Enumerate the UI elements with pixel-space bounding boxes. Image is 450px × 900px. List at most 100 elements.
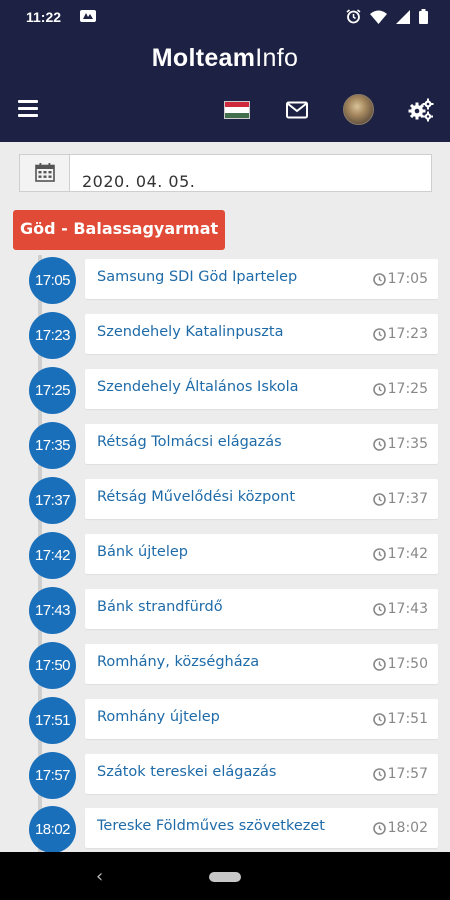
app-header: MolteamInfo bbox=[0, 36, 450, 142]
stop-time: 17:23 bbox=[372, 326, 428, 342]
stop-item[interactable]: 17:25 Szendehely Általános Iskola 17:25 bbox=[0, 367, 450, 414]
clock-icon bbox=[372, 547, 386, 561]
stop-time-text: 17:57 bbox=[387, 766, 428, 782]
stop-card[interactable]: Romhány, községháza 17:50 bbox=[85, 644, 438, 684]
stop-time-bubble: 17:57 bbox=[29, 752, 76, 799]
stop-card[interactable]: Szendehely Katalinpuszta 17:23 bbox=[85, 314, 438, 354]
stop-time-text: 17:50 bbox=[387, 656, 428, 672]
system-nav-bar: ‹ bbox=[0, 852, 450, 900]
home-pill[interactable] bbox=[209, 872, 241, 882]
stop-time: 17:57 bbox=[372, 766, 428, 782]
stop-card[interactable]: Szátok tereskei elágazás 17:57 bbox=[85, 754, 438, 794]
app-title-bold: Molteam bbox=[151, 44, 256, 72]
stop-time-bubble: 17:37 bbox=[29, 477, 76, 524]
route-title-badge: Göd - Balassagyarmat bbox=[13, 210, 226, 250]
stop-card[interactable]: Tereske Földműves szövetkezet 18:02 bbox=[85, 808, 438, 848]
signal-icon bbox=[396, 9, 410, 24]
status-time: 11:22 bbox=[26, 9, 62, 25]
app-title: MolteamInfo bbox=[0, 44, 450, 73]
stop-time-bubble: 17:50 bbox=[29, 642, 76, 689]
stop-time-text: 17:43 bbox=[387, 601, 428, 617]
stop-time-text: 17:42 bbox=[387, 546, 428, 562]
stop-time-text: 17:37 bbox=[387, 491, 428, 507]
avatar[interactable] bbox=[343, 94, 374, 125]
stop-card[interactable]: Rétság Művelődési központ 17:37 bbox=[85, 479, 438, 519]
clock-icon bbox=[372, 712, 386, 726]
stop-time: 17:51 bbox=[372, 711, 428, 727]
clock-icon bbox=[372, 437, 386, 451]
stop-name: Samsung SDI Göd Ipartelep bbox=[97, 269, 298, 285]
calendar-icon bbox=[35, 163, 55, 182]
stop-card[interactable]: Bánk újtelep 17:42 bbox=[85, 534, 438, 574]
stop-time-text: 17:35 bbox=[387, 436, 428, 452]
stop-time-bubble: 17:25 bbox=[29, 367, 76, 414]
stop-time: 17:42 bbox=[372, 546, 428, 562]
alarm-icon bbox=[346, 9, 361, 24]
date-picker[interactable]: 2020. 04. 05. bbox=[19, 154, 432, 192]
stop-time-bubble: 17:35 bbox=[29, 422, 76, 469]
stop-item[interactable]: 17:37 Rétság Művelődési központ 17:37 bbox=[0, 477, 450, 524]
stop-name: Bánk strandfürdő bbox=[97, 599, 223, 615]
stop-item[interactable]: 17:05 Samsung SDI Göd Ipartelep 17:05 bbox=[0, 257, 450, 304]
stop-time: 17:35 bbox=[372, 436, 428, 452]
mail-icon[interactable] bbox=[286, 101, 308, 119]
stop-name: Tereske Földműves szövetkezet bbox=[97, 818, 325, 834]
stop-card[interactable]: Samsung SDI Göd Ipartelep 17:05 bbox=[85, 259, 438, 299]
stop-time: 17:43 bbox=[372, 601, 428, 617]
language-flag-icon[interactable] bbox=[224, 101, 250, 119]
clock-icon bbox=[372, 657, 386, 671]
stop-time-text: 17:23 bbox=[387, 326, 428, 342]
clock-icon bbox=[372, 492, 386, 506]
clock-icon bbox=[372, 821, 386, 835]
wifi-icon bbox=[370, 10, 387, 24]
stop-name: Szendehely Katalinpuszta bbox=[97, 324, 284, 340]
stop-name: Bánk újtelep bbox=[97, 544, 189, 560]
stop-item[interactable]: 17:42 Bánk újtelep 17:42 bbox=[0, 532, 450, 579]
stop-time-text: 18:02 bbox=[387, 820, 428, 836]
stop-card[interactable]: Bánk strandfürdő 17:43 bbox=[85, 589, 438, 629]
stop-item[interactable]: 17:23 Szendehely Katalinpuszta 17:23 bbox=[0, 312, 450, 359]
stop-name: Rétság Művelődési központ bbox=[97, 489, 296, 505]
status-bar: 11:22 bbox=[0, 0, 450, 36]
settings-gears-icon[interactable] bbox=[408, 98, 434, 122]
notification-icon bbox=[80, 10, 96, 22]
stop-time: 17:37 bbox=[372, 491, 428, 507]
status-icons bbox=[346, 9, 428, 24]
stop-time-text: 17:05 bbox=[387, 271, 428, 287]
stop-name: Rétság Tolmácsi elágazás bbox=[97, 434, 282, 450]
date-value[interactable]: 2020. 04. 05. bbox=[82, 172, 195, 191]
clock-icon bbox=[372, 767, 386, 781]
stop-item[interactable]: 17:43 Bánk strandfürdő 17:43 bbox=[0, 587, 450, 634]
stop-time-text: 17:51 bbox=[387, 711, 428, 727]
stop-card[interactable]: Romhány újtelep 17:51 bbox=[85, 699, 438, 739]
clock-icon bbox=[372, 327, 386, 341]
stop-item[interactable]: 17:51 Romhány újtelep 17:51 bbox=[0, 697, 450, 744]
stop-item[interactable]: 17:50 Romhány, községháza 17:50 bbox=[0, 642, 450, 689]
menu-icon[interactable] bbox=[18, 100, 38, 118]
stop-time-bubble: 17:23 bbox=[29, 312, 76, 359]
stop-time-bubble: 18:02 bbox=[29, 806, 76, 853]
stop-item[interactable]: 17:35 Rétság Tolmácsi elágazás 17:35 bbox=[0, 422, 450, 469]
stop-time: 17:05 bbox=[372, 271, 428, 287]
stop-item[interactable]: 18:02 Tereske Földműves szövetkezet 18:0… bbox=[0, 806, 450, 853]
stop-time-bubble: 17:51 bbox=[29, 697, 76, 744]
stop-card[interactable]: Rétság Tolmácsi elágazás 17:35 bbox=[85, 424, 438, 464]
clock-icon bbox=[372, 382, 386, 396]
app-title-light: Info bbox=[255, 44, 299, 72]
stop-time: 17:50 bbox=[372, 656, 428, 672]
stop-time: 17:25 bbox=[372, 381, 428, 397]
back-icon[interactable]: ‹ bbox=[96, 866, 103, 887]
stop-time: 18:02 bbox=[372, 820, 428, 836]
stop-name: Szátok tereskei elágazás bbox=[97, 764, 277, 780]
clock-icon bbox=[372, 272, 386, 286]
stop-name: Szendehely Általános Iskola bbox=[97, 379, 299, 395]
stop-time-bubble: 17:43 bbox=[29, 587, 76, 634]
clock-icon bbox=[372, 602, 386, 616]
stop-card[interactable]: Szendehely Általános Iskola 17:25 bbox=[85, 369, 438, 409]
battery-icon bbox=[419, 9, 428, 24]
stop-name: Romhány, községháza bbox=[97, 654, 260, 670]
stop-item[interactable]: 17:57 Szátok tereskei elágazás 17:57 bbox=[0, 752, 450, 799]
calendar-button[interactable] bbox=[20, 155, 70, 191]
stop-name: Romhány újtelep bbox=[97, 709, 220, 725]
stop-time-text: 17:25 bbox=[387, 381, 428, 397]
